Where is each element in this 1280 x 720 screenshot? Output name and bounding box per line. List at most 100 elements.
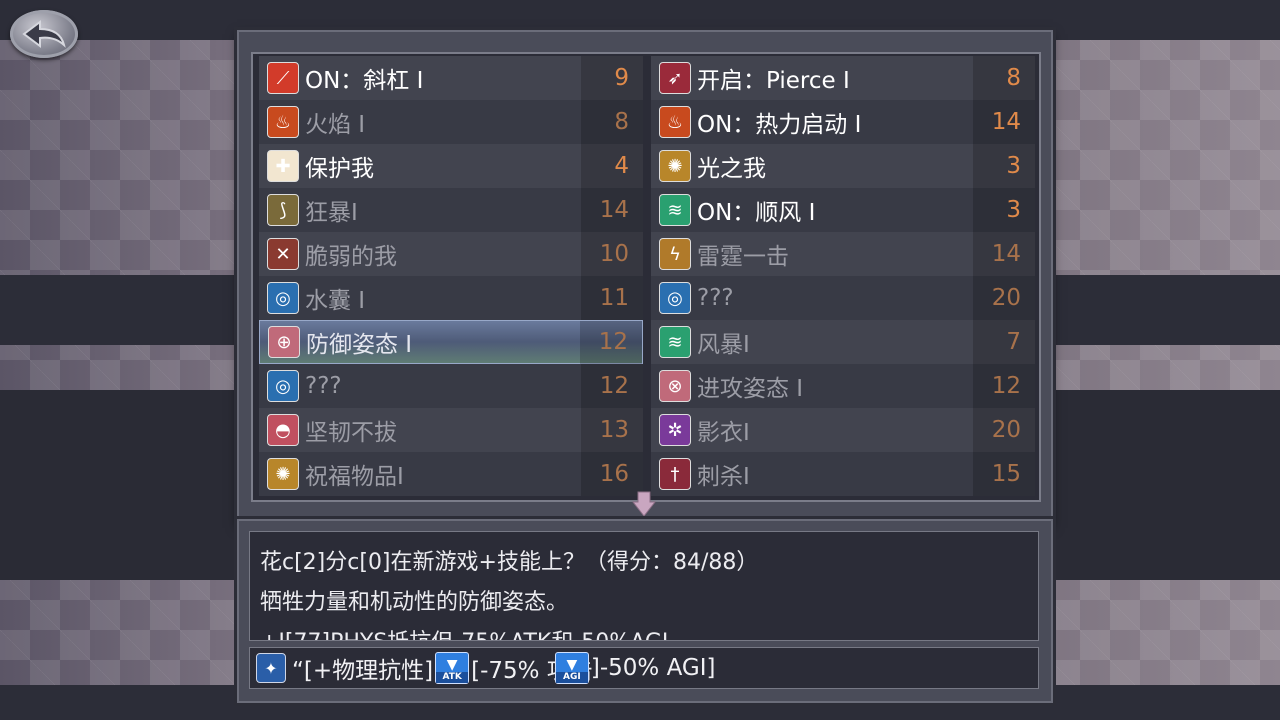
skill-name: ???	[305, 373, 342, 399]
skill-name: ???	[697, 285, 734, 311]
skill-item[interactable]: ≋ 风暴Ⅰ 7	[651, 320, 1035, 364]
skill-cost: 14	[991, 241, 1021, 267]
skill-cost: 4	[614, 153, 629, 179]
agi-down-icon: ▼ AGI	[554, 652, 589, 684]
helmet-icon: ◓	[267, 414, 299, 446]
skill-name: 开启：Pierce Ⅰ	[697, 68, 850, 94]
skill-cost: 16	[599, 461, 629, 487]
skill-item[interactable]: ϟ 雷霆一击 14	[651, 232, 1035, 276]
water-icon: ◎	[267, 282, 299, 314]
skill-name: 风暴Ⅰ	[697, 332, 750, 358]
skill-cost: 20	[991, 417, 1021, 443]
shield-cross-icon: ✚	[267, 150, 299, 182]
skill-cost: 13	[599, 417, 629, 443]
broken-arm-icon: ✕	[267, 238, 299, 270]
skill-cost: 12	[599, 373, 629, 399]
skill-name: 保护我	[305, 156, 374, 182]
light-rays-icon: ✺	[659, 150, 691, 182]
atk-down-icon: ▼ ATK	[435, 652, 470, 684]
skill-cost: 15	[991, 461, 1021, 487]
skill-name: 影衣Ⅰ	[697, 420, 750, 446]
skill-item[interactable]: ⟋ ON：斜杠 Ⅰ 9	[259, 56, 643, 100]
skill-list: ⟋ ON：斜杠 Ⅰ 9 ➶ 开启：Pierce Ⅰ 8 ♨ 火焰 Ⅰ 8 ♨ ON：热力启动 Ⅰ 14…	[251, 52, 1041, 502]
skill-cost: 3	[1006, 197, 1021, 223]
skill-item[interactable]: ⊕ 防御姿态 Ⅰ 12	[259, 320, 643, 365]
back-arrow-icon	[22, 20, 66, 48]
skill-item[interactable]: ◎ 水囊 Ⅰ 11	[259, 276, 643, 320]
skill-item[interactable]: ✚ 保护我 4	[259, 144, 643, 188]
effect-text: “[+物理抗性] ▼ ATK [-75% 攻击 ▼ AGI ]-50% AGI]	[292, 651, 715, 685]
wind-icon: ≋	[659, 194, 691, 226]
skill-name: 祝福物品Ⅰ	[305, 464, 404, 490]
fire-icon: ♨	[659, 106, 691, 138]
skill-item[interactable]: ♨ ON：热力启动 Ⅰ 14	[651, 100, 1035, 144]
defense-stance-icon: ⊕	[268, 326, 300, 358]
skill-cost: 7	[1006, 329, 1021, 355]
atk-label: ATK	[436, 672, 469, 683]
skill-name: 坚韧不拔	[305, 420, 397, 446]
skill-grid: ⟋ ON：斜杠 Ⅰ 9 ➶ 开启：Pierce Ⅰ 8 ♨ 火焰 Ⅰ 8 ♨ ON：热力启动 Ⅰ 14…	[259, 56, 1035, 496]
description-line-2: 牺牲力量和机动性的防御姿态。	[260, 590, 569, 615]
shadow-crab-icon: ✲	[659, 414, 691, 446]
skill-cost: 11	[599, 285, 629, 311]
claw-icon: ⟆	[267, 194, 299, 226]
back-button[interactable]	[10, 10, 78, 58]
skill-name: 脆弱的我	[305, 244, 397, 270]
agi-label: AGI	[555, 672, 588, 683]
skill-name: ON：顺风 Ⅰ	[697, 200, 816, 226]
lightning-icon: ϟ	[659, 238, 691, 270]
skill-name: 防御姿态 Ⅰ	[306, 332, 413, 358]
skill-name: 光之我	[697, 156, 766, 182]
skill-cost: 14	[599, 197, 629, 223]
skill-item[interactable]: ➶ 开启：Pierce Ⅰ 8	[651, 56, 1035, 100]
skill-item[interactable]: ⊗ 进攻姿态 Ⅰ 12	[651, 364, 1035, 408]
effect-bar: ✦ “[+物理抗性] ▼ ATK [-75% 攻击 ▼ AGI ]-50% AGI]	[249, 647, 1039, 689]
fire-icon: ♨	[267, 106, 299, 138]
skill-name: 雷霆一击	[697, 244, 789, 270]
skill-item[interactable]: ≋ ON：顺风 Ⅰ 3	[651, 188, 1035, 232]
skill-cost: 20	[991, 285, 1021, 311]
skill-item[interactable]: ✲ 影衣Ⅰ 20	[651, 408, 1035, 452]
water-icon: ◎	[267, 370, 299, 402]
attack-stance-icon: ⊗	[659, 370, 691, 402]
skill-cost: 10	[599, 241, 629, 267]
skill-item[interactable]: ✺ 祝福物品Ⅰ 16	[259, 452, 643, 496]
skill-item[interactable]: ⟆ 狂暴Ⅰ 14	[259, 188, 643, 232]
light-rays-icon: ✺	[267, 458, 299, 490]
skill-name: ON：斜杠 Ⅰ	[305, 68, 424, 94]
effect-text-part-3: ]-50% AGI]	[590, 655, 716, 681]
skill-cost: 8	[1006, 65, 1021, 91]
skill-item[interactable]: ✕ 脆弱的我 10	[259, 232, 643, 276]
sword-slash-icon: ⟋	[267, 62, 299, 94]
skill-list-panel: ⟋ ON：斜杠 Ⅰ 9 ➶ 开启：Pierce Ⅰ 8 ♨ 火焰 Ⅰ 8 ♨ ON：热力启动 Ⅰ 14…	[237, 30, 1053, 524]
water-icon: ◎	[659, 282, 691, 314]
skill-cost: 8	[614, 109, 629, 135]
skill-item[interactable]: † 刺杀Ⅰ 15	[651, 452, 1035, 496]
skill-cost: 14	[991, 109, 1021, 135]
scroll-down-arrow-icon[interactable]	[632, 490, 656, 518]
skill-cost: 12	[598, 329, 628, 355]
description-line-3: +I[77]PHYS抵抗但-75%ATK和-50%AGI。	[260, 624, 690, 640]
skill-cost: 9	[614, 65, 629, 91]
skill-name: 火焰 Ⅰ	[305, 112, 366, 138]
spear-icon: ➶	[659, 62, 691, 94]
skill-name: 狂暴Ⅰ	[305, 200, 358, 226]
skill-cost: 3	[1006, 153, 1021, 179]
defense-stance-icon: ✦	[256, 653, 286, 683]
skill-name: 刺杀Ⅰ	[697, 464, 750, 490]
wind-icon: ≋	[659, 326, 691, 358]
skill-item[interactable]: ◓ 坚韧不拔 13	[259, 408, 643, 452]
dagger-icon: †	[659, 458, 691, 490]
skill-item[interactable]: ✺ 光之我 3	[651, 144, 1035, 188]
skill-name: 水囊 Ⅰ	[305, 288, 366, 314]
description-line-1: 花c[2]分c[0]在新游戏+技能上？（得分：84/88）	[260, 550, 759, 575]
skill-name: 进攻姿态 Ⅰ	[697, 376, 804, 402]
skill-name: ON：热力启动 Ⅰ	[697, 112, 862, 138]
description-box: 花c[2]分c[0]在新游戏+技能上？（得分：84/88） 牺牲力量和机动性的防…	[249, 531, 1039, 641]
skill-item[interactable]: ◎??? 12	[259, 364, 643, 408]
skill-item[interactable]: ◎??? 20	[651, 276, 1035, 320]
description-panel: 花c[2]分c[0]在新游戏+技能上？（得分：84/88） 牺牲力量和机动性的防…	[237, 519, 1053, 703]
skill-cost: 12	[991, 373, 1021, 399]
effect-text-part-1: “[+物理抗性]	[292, 658, 434, 684]
skill-item[interactable]: ♨ 火焰 Ⅰ 8	[259, 100, 643, 144]
